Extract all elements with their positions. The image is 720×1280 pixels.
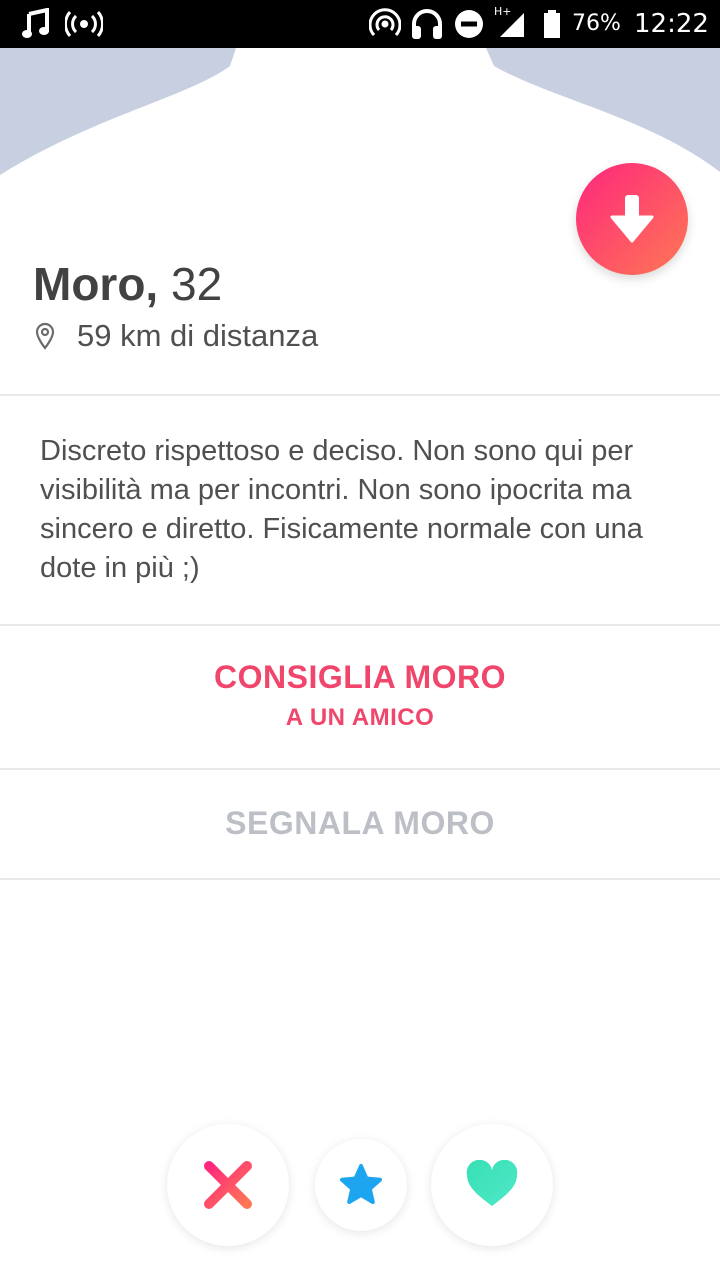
nope-button[interactable]	[167, 1124, 289, 1246]
distance-text: 59 km di distanza	[77, 318, 319, 353]
report-button[interactable]: SEGNALA MORO	[0, 770, 720, 878]
super-like-button[interactable]	[315, 1139, 407, 1231]
heart-icon	[466, 1160, 518, 1206]
music-note-icon	[18, 0, 54, 48]
star-icon	[340, 1164, 382, 1204]
recommend-sublabel: A UN AMICO	[285, 704, 435, 731]
recommend-label: CONSIGLIA MORO	[213, 659, 507, 695]
do-not-disturb-icon	[452, 0, 486, 48]
profile-name-age: Moro, 32	[33, 254, 222, 314]
profile-name: Moro	[33, 258, 146, 310]
battery-percent: 76%	[572, 11, 621, 36]
location-pin-icon	[33, 322, 57, 350]
close-icon	[204, 1161, 252, 1209]
name-age-separator: ,	[145, 258, 171, 310]
recommend-to-friend-button[interactable]: CONSIGLIA MORO A UN AMICO	[0, 627, 720, 769]
like-button[interactable]	[431, 1124, 553, 1246]
signal-icon	[494, 0, 528, 48]
close-profile-button[interactable]	[576, 163, 688, 275]
report-label: SEGNALA MORO	[225, 805, 495, 841]
distance-row: 59 km di distanza	[33, 316, 318, 356]
status-bar: H+ 76% 12:22	[0, 0, 720, 48]
clock: 12:22	[634, 9, 709, 39]
headphones-icon	[408, 0, 446, 48]
profile-age: 32	[170, 258, 223, 310]
profile-bio: Discreto rispettoso e deciso. Non sono q…	[40, 435, 643, 584]
battery-icon	[540, 0, 564, 48]
arrow-down-icon	[610, 195, 654, 243]
divider	[0, 878, 720, 880]
divider	[0, 394, 720, 396]
hotspot-icon	[368, 0, 402, 48]
divider	[0, 624, 720, 626]
profile-page: H+ 76% 12:22 Moro, 32 59 km di distanza …	[0, 0, 720, 1280]
broadcast-icon	[64, 0, 104, 48]
